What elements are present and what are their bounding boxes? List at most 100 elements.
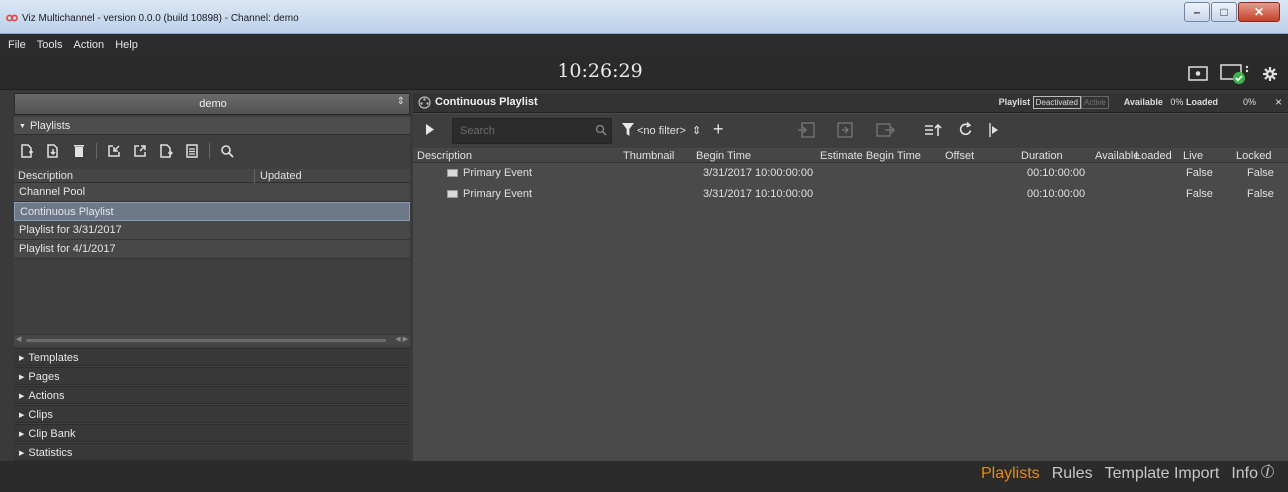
document-icon[interactable]	[179, 141, 205, 161]
toolbar-divider	[96, 143, 97, 159]
channel-selector[interactable]: demo ⇕	[14, 93, 410, 115]
import-playlist-icon[interactable]	[40, 141, 66, 161]
col-loaded[interactable]: Loaded	[1135, 150, 1172, 162]
col-offset[interactable]: Offset	[945, 150, 974, 162]
cell-begin-time: 3/31/2017 10:00:00:00	[703, 167, 814, 179]
gear-icon[interactable]	[1262, 66, 1278, 85]
play-icon[interactable]	[425, 124, 435, 138]
table-row[interactable]: Primary Event 3/31/2017 10:10:00:00 00:1…	[413, 184, 1288, 204]
deactivated-badge[interactable]: Deactivated	[1032, 96, 1081, 109]
menu-file[interactable]: File	[4, 34, 30, 56]
list-item[interactable]: Channel Pool	[14, 183, 410, 202]
scrollbar-thumb[interactable]	[26, 339, 386, 342]
app-window: Viz Multichannel - version 0.0.0 (build …	[0, 0, 1288, 492]
bottom-bar: Playlists Rules Template Import Info i	[0, 461, 1288, 492]
col-duration[interactable]: Duration	[1021, 150, 1063, 162]
list-item-selected[interactable]: Continuous Playlist	[14, 202, 410, 221]
add-icon[interactable]: +	[713, 119, 724, 140]
insert-event-icon[interactable]	[797, 122, 815, 141]
updown-arrow-icon: ⇕	[396, 96, 405, 107]
collapsed-triangle-icon: ▶	[19, 393, 25, 400]
window-controls: – □ ✕	[1183, 2, 1280, 24]
menu-tools[interactable]: Tools	[33, 34, 67, 56]
loaded-value: 0%	[1242, 97, 1256, 107]
export-in-icon[interactable]	[101, 141, 127, 161]
sort-events-icon[interactable]	[923, 122, 943, 141]
split-icon[interactable]	[986, 122, 1000, 141]
export-out-icon[interactable]	[127, 141, 153, 161]
statistics-section-header[interactable]: ▶ Statistics	[14, 443, 410, 461]
playlist-panel: Continuous Playlist Playlist Deactivated…	[413, 93, 1288, 461]
col-estimate-begin-time[interactable]: Estimate Begin Time	[820, 150, 921, 162]
copy-playlist-icon[interactable]	[153, 141, 179, 161]
col-description[interactable]: Description	[417, 150, 472, 162]
cell-begin-time: 3/31/2017 10:10:00:00	[703, 188, 814, 200]
event-icon	[447, 190, 458, 198]
list-item[interactable]: Playlist for 3/31/2017	[14, 221, 410, 240]
trash-icon[interactable]	[66, 141, 92, 161]
cell-description: Primary Event	[463, 188, 533, 200]
refresh-icon[interactable]	[959, 121, 973, 140]
pages-section-header[interactable]: ▶ Pages	[14, 367, 410, 385]
new-playlist-icon[interactable]	[14, 141, 40, 161]
collapsed-triangle-icon: ▶	[19, 412, 25, 419]
scroll-left-icon[interactable]: ◀	[16, 335, 21, 343]
filter-dropdown[interactable]: <no filter> ⇕	[637, 120, 701, 142]
tab-rules[interactable]: Rules	[1052, 465, 1093, 483]
playlists-section-header[interactable]: ▼ Playlists	[14, 117, 410, 135]
tab-template-import[interactable]: Template Import	[1105, 465, 1220, 483]
templates-section-header[interactable]: ▶ Templates	[14, 348, 410, 366]
take-out-icon[interactable]	[876, 122, 896, 141]
title-bar[interactable]: Viz Multichannel - version 0.0.0 (build …	[0, 0, 1288, 34]
horizontal-scrollbar[interactable]: ◀ ◀ ▶	[14, 334, 410, 346]
event-icon	[447, 169, 458, 177]
screen-settings-icon[interactable]	[1188, 66, 1208, 85]
monitor-ok-icon[interactable]	[1220, 63, 1250, 88]
cell-description: Primary Event	[463, 167, 533, 179]
search-placeholder: Search	[460, 125, 495, 137]
search-input[interactable]: Search	[452, 118, 612, 144]
close-panel-button[interactable]: ×	[1275, 95, 1282, 109]
toolbar-divider	[209, 143, 210, 159]
col-available[interactable]: Availablе	[1095, 150, 1139, 162]
actions-section-header[interactable]: ▶ Actions	[14, 386, 410, 404]
playlist-status: Playlist Deactivated Active Available 0% …	[998, 96, 1256, 109]
header-icons	[1188, 63, 1278, 88]
column-divider	[254, 169, 255, 183]
playlist-toolbar: Search <no filter> ⇕ +	[413, 114, 1288, 148]
tab-playlists[interactable]: Playlists	[981, 465, 1040, 483]
menu-help[interactable]: Help	[111, 34, 142, 56]
collapsed-triangle-icon: ▶	[19, 355, 25, 362]
col-description[interactable]: Description	[18, 170, 73, 182]
close-window-button[interactable]: ✕	[1238, 2, 1280, 22]
list-item[interactable]: Playlist for 4/1/2017	[14, 240, 410, 259]
maximize-button[interactable]: □	[1211, 2, 1237, 22]
app-logo-icon	[6, 13, 18, 22]
minimize-button[interactable]: –	[1184, 2, 1210, 22]
table-row[interactable]: Primary Event 3/31/2017 10:00:00:00 00:1…	[413, 163, 1288, 183]
playlist-title: Continuous Playlist	[435, 96, 538, 108]
clip-bank-section-header[interactable]: ▶ Clip Bank	[14, 424, 410, 442]
clips-section-header[interactable]: ▶ Clips	[14, 405, 410, 423]
take-in-icon[interactable]	[837, 122, 853, 141]
loaded-label: Loaded	[1185, 97, 1218, 107]
menu-action[interactable]: Action	[70, 34, 109, 56]
window-title: Viz Multichannel - version 0.0.0 (build …	[22, 13, 299, 24]
scroll-right-icon[interactable]: ◀ ▶	[395, 335, 408, 343]
channel-name: demo	[199, 98, 227, 110]
cell-duration: 00:10:00:00	[1027, 167, 1086, 179]
col-updated[interactable]: Updated	[260, 170, 302, 182]
active-badge[interactable]: Active	[1080, 96, 1109, 109]
col-live[interactable]: Live	[1183, 150, 1203, 162]
playlists-toolbar	[14, 138, 410, 164]
filter-icon[interactable]	[622, 123, 634, 139]
col-thumbnail[interactable]: Thumbnail	[623, 150, 674, 162]
expanded-triangle-icon: ▼	[19, 123, 26, 130]
playlist-table-header: Description Updated	[14, 169, 410, 183]
search-icon	[595, 124, 607, 139]
tab-info[interactable]: Info i	[1231, 464, 1274, 483]
collapsed-triangle-icon: ▶	[19, 431, 25, 438]
search-icon[interactable]	[214, 141, 240, 161]
col-locked[interactable]: Locked	[1236, 150, 1271, 162]
col-begin-time[interactable]: Begin Time	[696, 150, 751, 162]
